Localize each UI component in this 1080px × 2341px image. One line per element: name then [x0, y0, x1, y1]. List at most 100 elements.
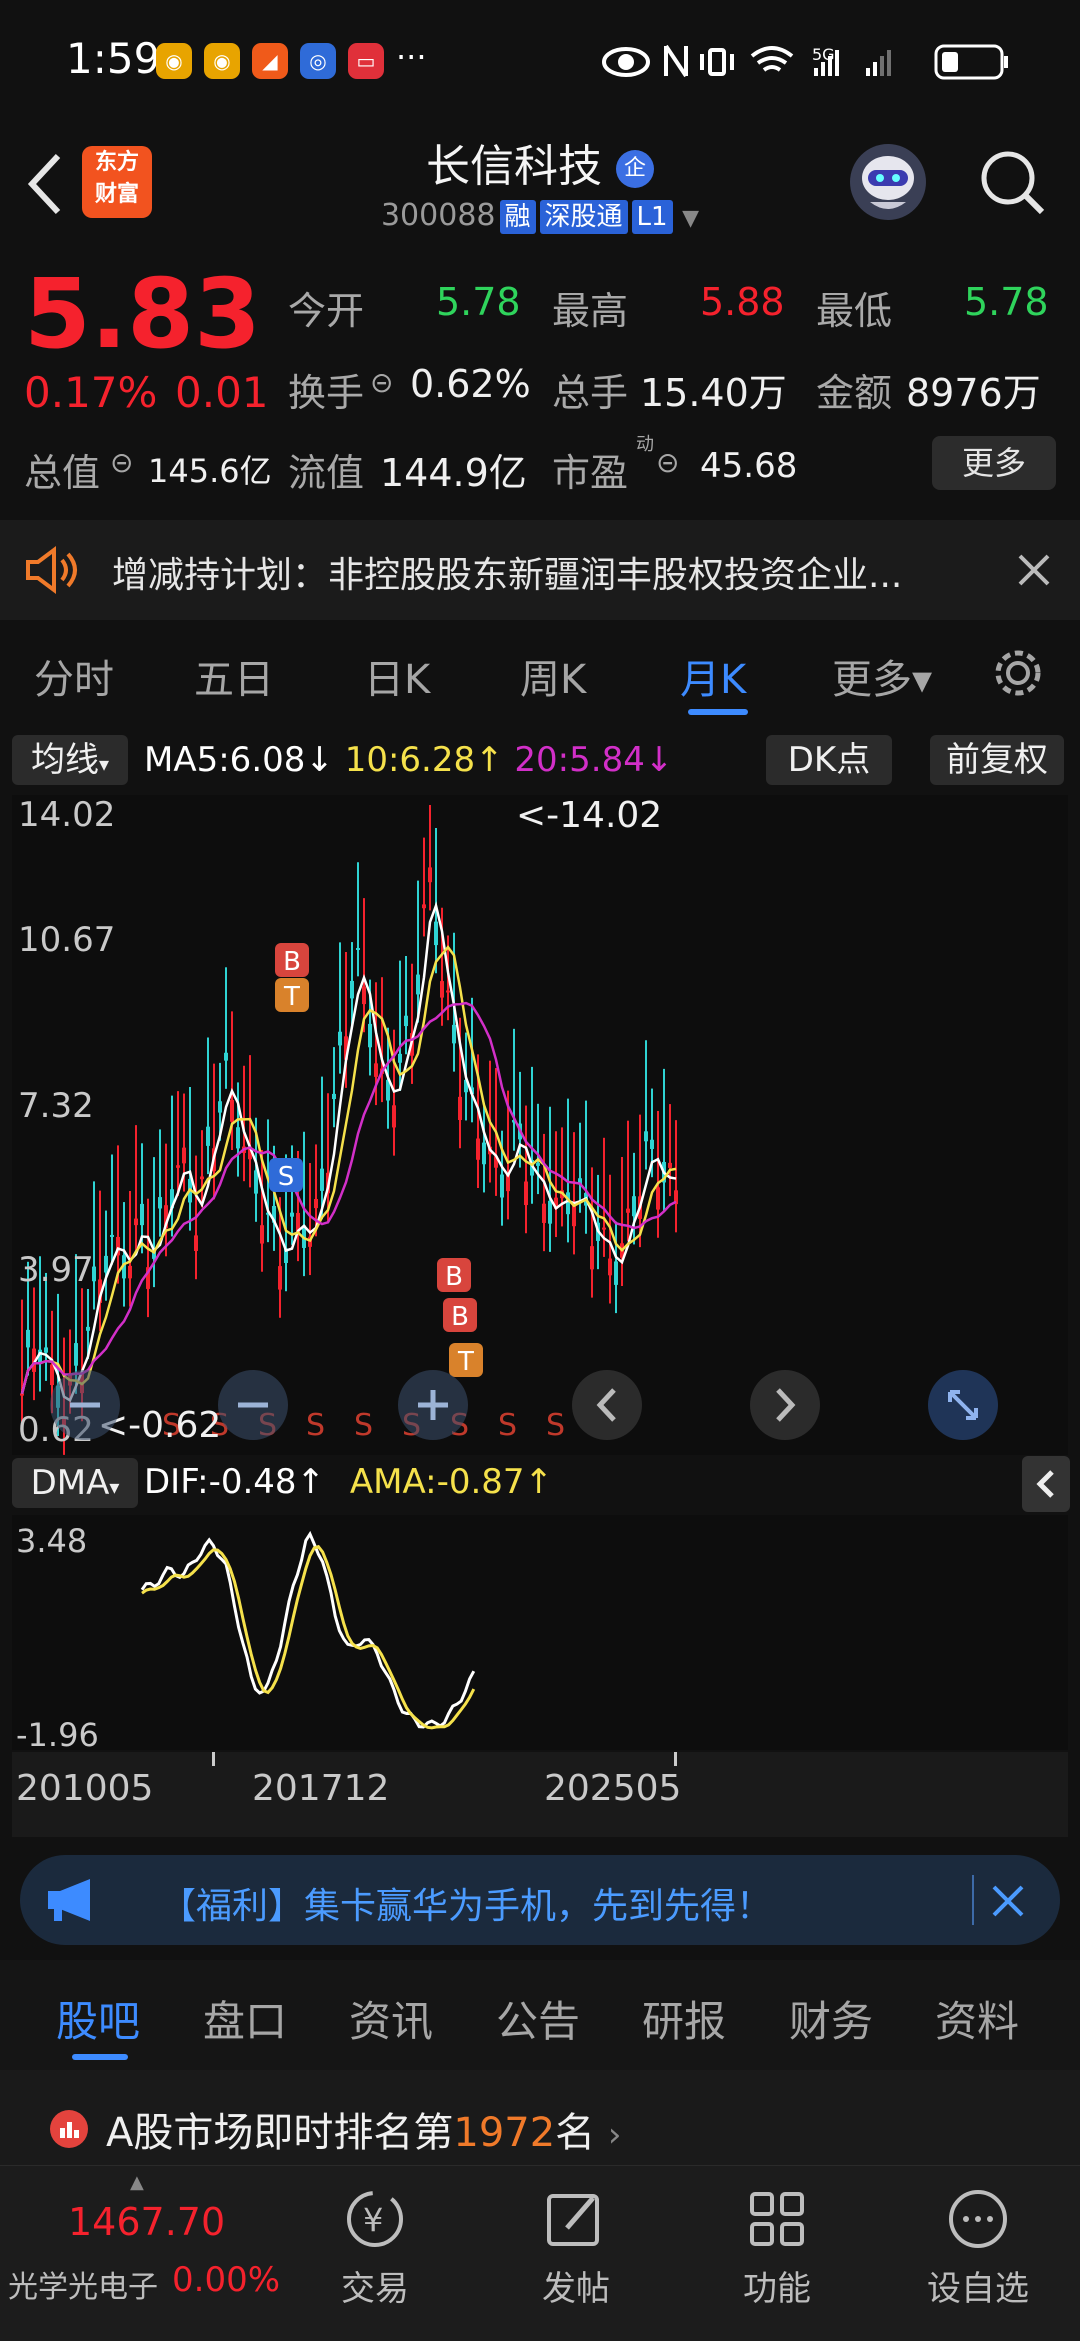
candle-body: [134, 1218, 138, 1226]
status-bar: 1:59 ◉ ◉ ◢ ◎ ▭ ··· 5G: [0, 0, 1080, 120]
dropdown-icon[interactable]: ▼: [682, 206, 699, 231]
active-tab-indicator: [72, 2054, 128, 2060]
tab-daily-k[interactable]: 日K: [364, 647, 430, 705]
dma-svg: [140, 1530, 476, 1730]
candle-body: [452, 1024, 456, 1044]
nav-trade[interactable]: ¥ 交易: [305, 2186, 445, 2310]
close-icon[interactable]: [988, 1881, 1028, 1921]
info-icon[interactable]: ⊝: [656, 446, 679, 479]
scroll-left-button[interactable]: [572, 1370, 642, 1440]
signal-label: B: [283, 947, 301, 977]
candle-body: [632, 1196, 636, 1217]
candle-body: [314, 1199, 318, 1209]
tab-profile[interactable]: 资料: [935, 1988, 1019, 2049]
indicator-select[interactable]: 均线▾: [12, 735, 128, 785]
tab-announcements[interactable]: 公告: [496, 1988, 580, 2049]
robot-assistant-avatar[interactable]: [850, 144, 926, 220]
candle-body: [260, 1225, 264, 1244]
zoom-out-button-2[interactable]: [218, 1370, 288, 1440]
dma-indicator-select[interactable]: DMA▾: [12, 1458, 138, 1508]
high-value: 5.88: [700, 280, 785, 324]
gear-icon[interactable]: [990, 645, 1046, 701]
chevron-down-icon: ▾: [98, 752, 110, 776]
rank-number: 1972: [453, 2110, 556, 2156]
dk-point-button[interactable]: DK点: [766, 735, 892, 785]
nav-functions[interactable]: 功能: [707, 2186, 847, 2310]
candle-body: [176, 1165, 180, 1168]
kline-chart[interactable]: SBTBBTSSSSSSSSS: [12, 795, 1068, 1455]
dma-chart[interactable]: [12, 1515, 1068, 1750]
dma-legend: DIF:-0.48↑ AMA:-0.87↑: [144, 1462, 553, 1502]
candle-body: [44, 1347, 48, 1353]
low-value: 5.78: [964, 280, 1049, 324]
nav-post-label: 发帖: [542, 2269, 610, 2309]
market-rank-row[interactable]: A股市场即时排名第1972名 ›: [0, 2070, 1080, 2165]
tab-intraday[interactable]: 分时: [34, 647, 114, 705]
candle-body: [104, 1255, 108, 1273]
search-icon[interactable]: [978, 148, 1048, 218]
signal-label: T: [283, 982, 300, 1012]
robot-icon: [862, 156, 914, 209]
yen-cycle-icon: ¥: [347, 2191, 403, 2247]
tab-news[interactable]: 资讯: [349, 1988, 433, 2049]
signal-marker: B: [443, 1298, 477, 1332]
candle-body: [404, 1015, 408, 1027]
collapse-panel-button[interactable]: [1022, 1456, 1070, 1512]
minus-icon: [238, 1402, 268, 1408]
info-icon[interactable]: ⊝: [110, 446, 133, 479]
close-icon[interactable]: [1016, 552, 1052, 588]
nav-add-watchlist[interactable]: 设自选: [908, 2186, 1048, 2310]
info-icon[interactable]: ⊝: [370, 366, 393, 399]
zoom-in-button[interactable]: [398, 1370, 468, 1440]
app-notification-icon: ▭: [348, 43, 384, 79]
candle-body: [74, 1343, 78, 1366]
stock-name: 长信科技: [426, 141, 602, 192]
zoom-out-button[interactable]: [50, 1370, 120, 1440]
tab-weekly-k[interactable]: 周K: [520, 647, 586, 705]
tab-pankou[interactable]: 盘口: [203, 1988, 287, 2049]
nav-post[interactable]: 发帖: [506, 2186, 646, 2310]
more-button[interactable]: 更多: [932, 436, 1056, 490]
tab-more[interactable]: 更多▾: [832, 647, 932, 705]
candle-body: [194, 1235, 198, 1252]
candle-body: [602, 1227, 606, 1230]
sell-signal-label: S: [354, 1408, 373, 1443]
notice-bar[interactable]: 增减持计划：非控股股东新疆润丰股权投资企业...: [0, 520, 1080, 620]
sector-quote[interactable]: ▲ 1467.70 光学光电子 0.00%: [0, 2166, 280, 2341]
candle-body: [608, 1258, 612, 1276]
tab-five-day[interactable]: 五日: [194, 647, 274, 705]
scroll-right-button[interactable]: [750, 1370, 820, 1440]
candle-body: [20, 1393, 24, 1396]
ma20-legend: 20:5.84↓: [514, 740, 674, 780]
candle-body: [320, 1168, 324, 1191]
tab-financials[interactable]: 财务: [789, 1988, 873, 2049]
tab-research[interactable]: 研报: [642, 1988, 726, 2049]
notice-text: 增减持计划：非控股股东新疆润丰股权投资企业...: [112, 555, 903, 596]
grid-icon: [750, 2192, 804, 2246]
promo-banner[interactable]: 【福利】集卡赢华为手机，先到先得！: [20, 1855, 1060, 1945]
dma-axis-top: 3.48: [16, 1522, 88, 1560]
candle-body: [374, 1063, 378, 1077]
float-cap-value: 144.9亿: [380, 451, 527, 495]
megaphone-icon: [48, 1879, 90, 1921]
dma-axis-bottom: -1.96: [16, 1716, 99, 1754]
rank-prefix: A股市场即时排名第: [106, 2110, 454, 2156]
max-annotation: <-14.02: [516, 795, 663, 836]
system-status-icons: 5G: [602, 44, 1008, 80]
speaker-icon: [26, 546, 77, 594]
low-label: 最低: [816, 289, 893, 333]
tab-guba[interactable]: 股吧: [56, 1988, 140, 2049]
candle-body: [668, 1162, 672, 1168]
caret-up-icon: ▲: [130, 2172, 144, 2193]
candle-body: [224, 1052, 228, 1061]
tab-monthly-k[interactable]: 月K: [680, 647, 746, 705]
candle-body: [236, 1127, 240, 1149]
fullscreen-button[interactable]: [928, 1370, 998, 1440]
adjust-button[interactable]: 前复权: [930, 735, 1064, 785]
more-notifications-icon: ···: [396, 38, 427, 76]
signal-marker: B: [437, 1258, 471, 1292]
candle-body: [614, 1261, 618, 1285]
candle-body: [566, 1192, 570, 1215]
market-cap-label: 总值: [24, 451, 101, 495]
candle-body: [278, 1266, 282, 1290]
